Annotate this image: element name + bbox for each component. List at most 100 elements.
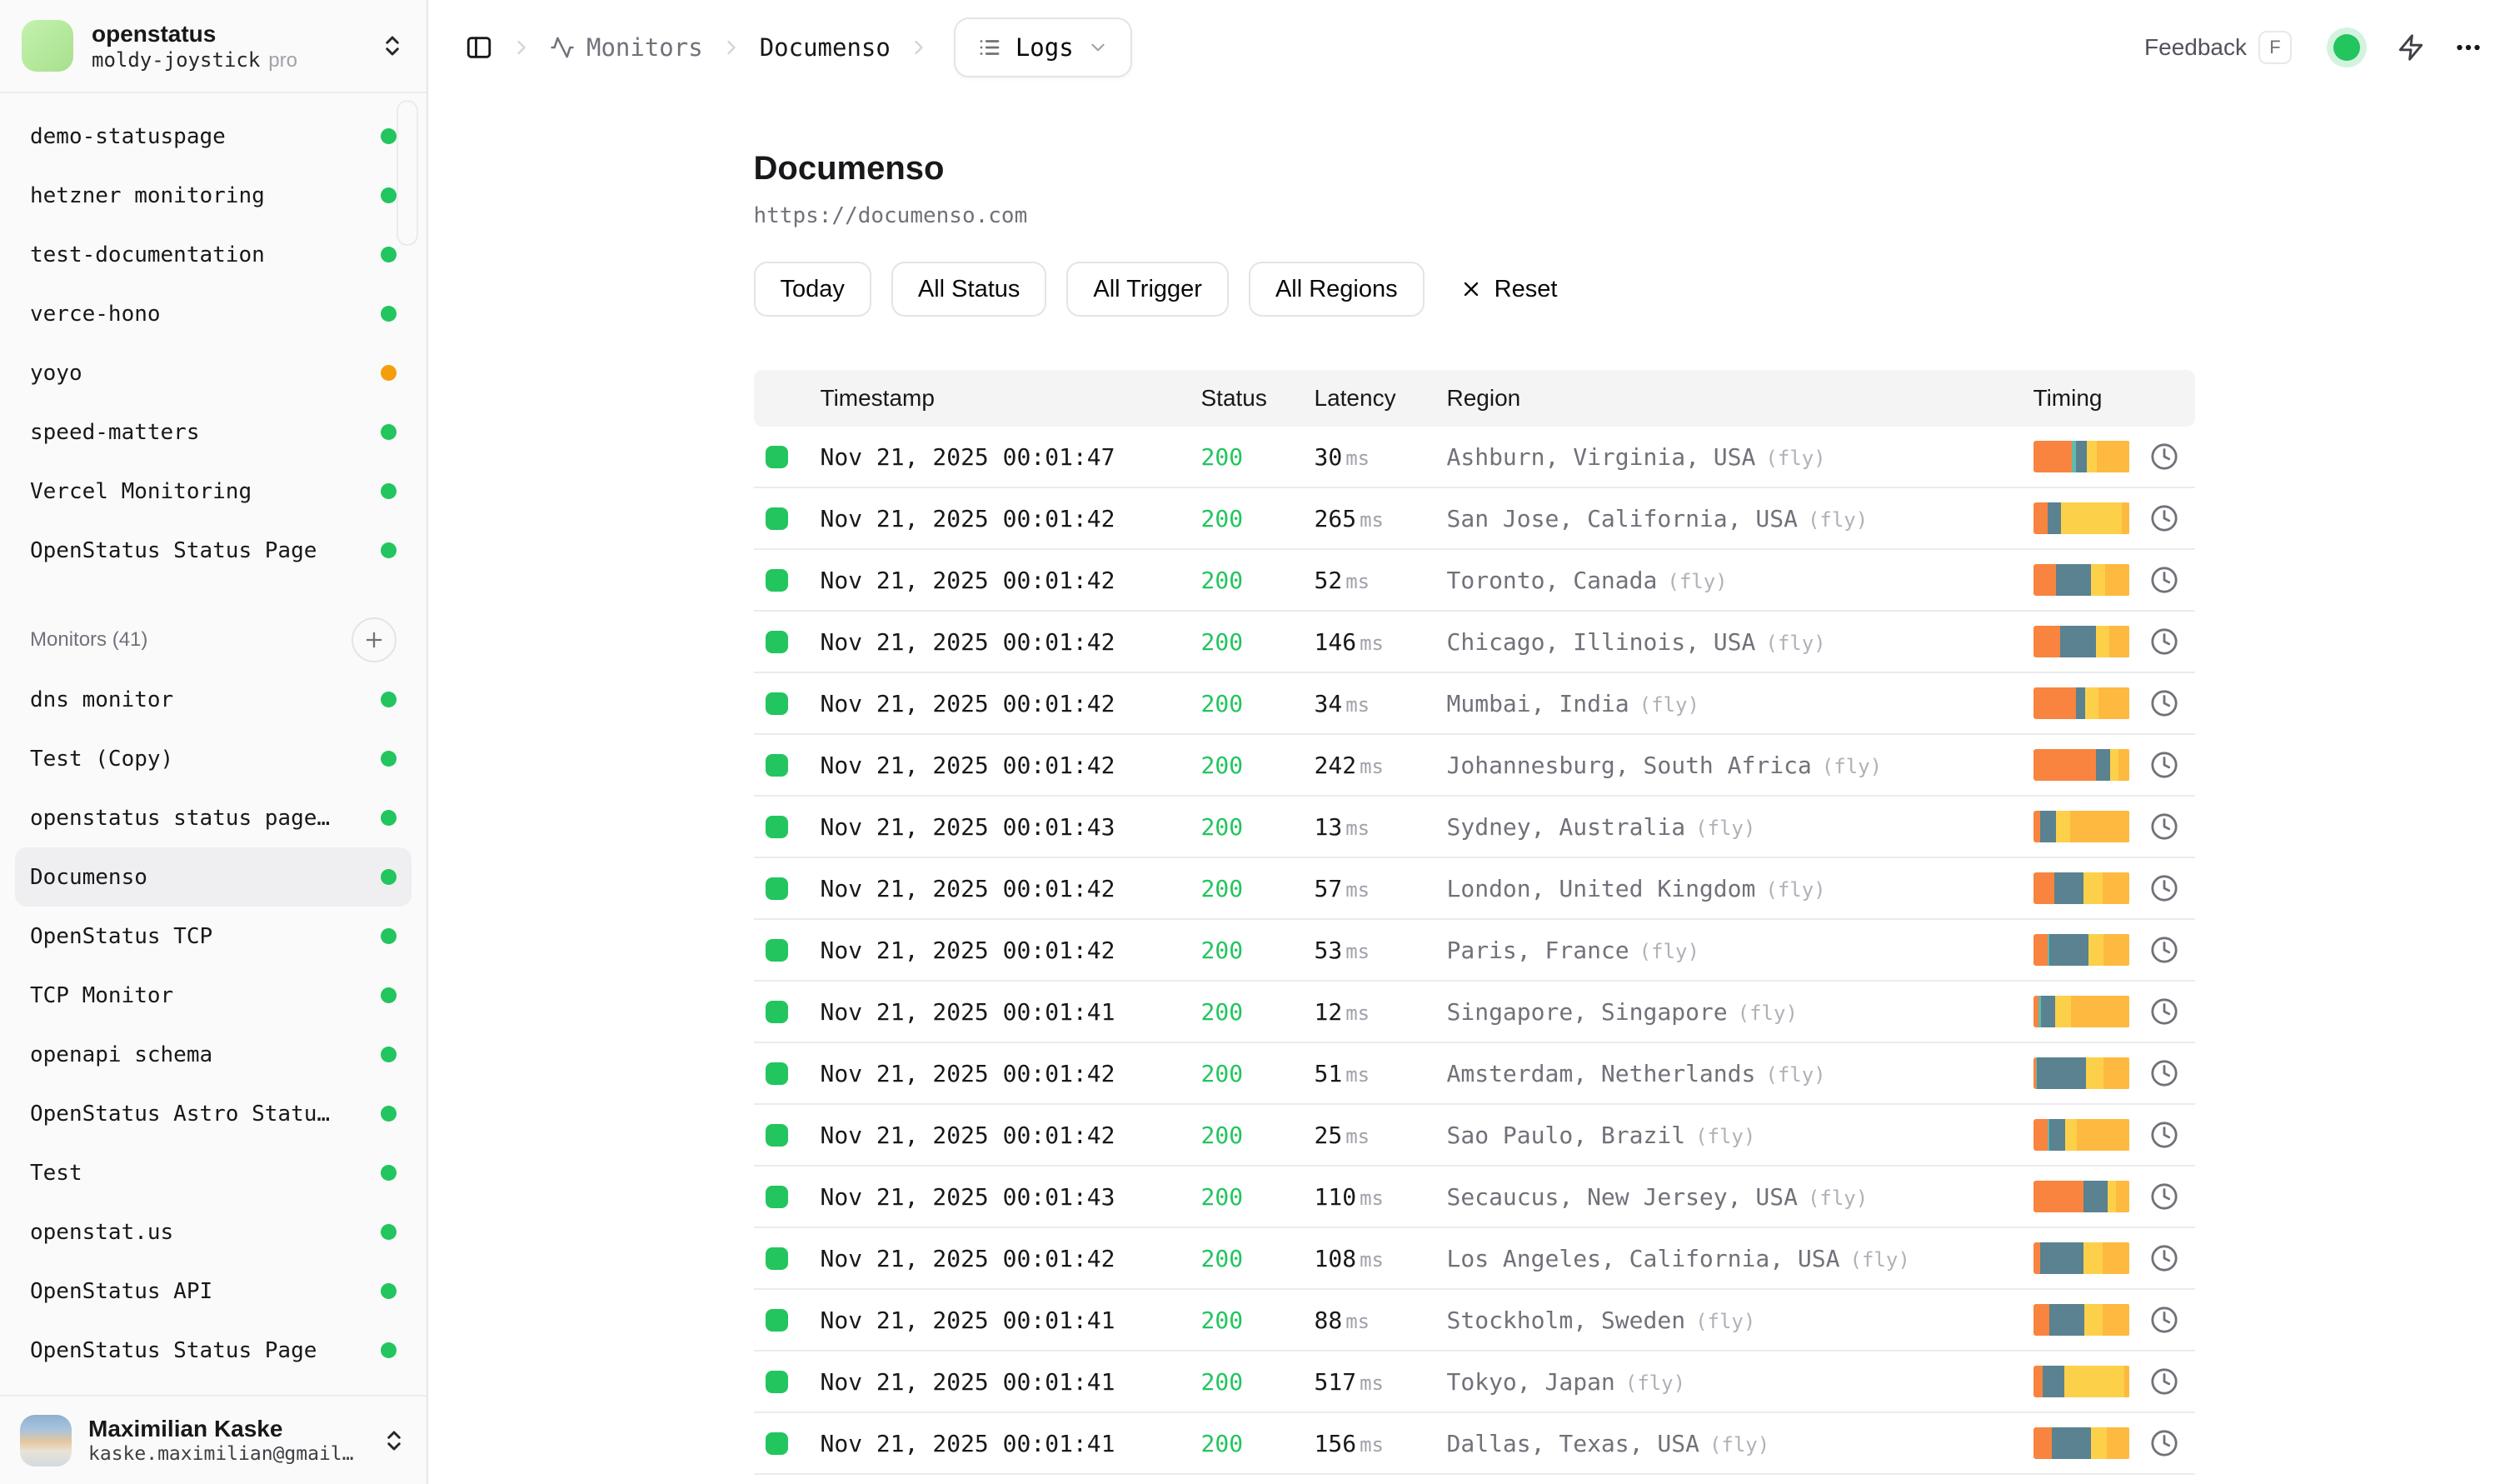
sidebar-item-openstatus-api[interactable]: OpenStatus API [15,1262,412,1321]
sidebar-scrollbar[interactable] [397,100,418,246]
table-row[interactable]: Nov 21, 2025 00:01:42 200 265ms San Jose… [754,488,2195,550]
clock-icon[interactable] [2150,1059,2178,1087]
clock-icon[interactable] [2150,812,2178,841]
cell-timestamp: Nov 21, 2025 00:01:42 [812,875,1201,902]
filter-button-all-status[interactable]: All Status [891,262,1047,317]
sidebar-item-openstatus-tcp[interactable]: OpenStatus TCP [15,907,412,966]
table-row[interactable]: Nov 21, 2025 00:01:41 200 12ms Singapore… [754,982,2195,1043]
sidebar-item-dns-monitor[interactable]: dns monitor [15,670,412,729]
timing-bar [2033,564,2130,596]
user-menu[interactable]: Maximilian Kaske kaske.maximilian@gmail… [0,1395,427,1484]
org-switcher[interactable]: openstatus moldy-joystick pro [0,0,427,93]
breadcrumb-monitors[interactable]: Monitors [550,33,703,62]
zap-icon [2397,33,2425,62]
plus-icon [362,628,386,652]
table-row[interactable]: Nov 21, 2025 00:01:42 200 146ms Chicago,… [754,612,2195,673]
table-row[interactable]: Nov 21, 2025 00:01:42 200 108ms Los Ange… [754,1228,2195,1290]
table-row[interactable]: Nov 21, 2025 00:01:42 200 57ms London, U… [754,858,2195,920]
table-row[interactable]: Nov 21, 2025 00:01:43 200 110ms Secaucus… [754,1167,2195,1228]
filter-button-all-regions[interactable]: All Regions [1249,262,1425,317]
sidebar-item-openapi-schema[interactable]: openapi schema [15,1025,412,1084]
clock-icon[interactable] [2150,566,2178,594]
cell-region: Mumbai, India [1447,690,1629,717]
sidebar-item-vercel-monitoring[interactable]: Vercel Monitoring [15,462,412,521]
timing-transfer-segment [2103,934,2129,966]
sidebar-item-tcp-monitor[interactable]: TCP Monitor [15,966,412,1025]
filter-button-today[interactable]: Today [754,262,871,317]
sidebar-item-yoyo[interactable]: yoyo [15,343,412,402]
clock-icon[interactable] [2150,689,2178,717]
clock-icon[interactable] [2150,874,2178,902]
column-header-timing[interactable]: Timing [2033,385,2133,412]
timing-dns-segment [2033,811,2040,842]
clock-icon[interactable] [2150,627,2178,656]
status-dot [381,306,397,322]
sidebar-item-demo-statuspage[interactable]: demo-statuspage [15,107,412,166]
clock-icon[interactable] [2150,1429,2178,1457]
sidebar-item-hetzner-monitoring[interactable]: hetzner monitoring [15,166,412,225]
cell-region: Chicago, Illinois, USA [1447,628,1756,656]
table-row[interactable]: Nov 21, 2025 00:01:42 200 52ms Toronto, … [754,550,2195,612]
clock-icon[interactable] [2150,936,2178,964]
reset-filters-button[interactable]: Reset [1455,275,1563,304]
status-square-icon [766,1247,788,1270]
table-row[interactable]: Nov 21, 2025 00:01:41 200 88ms Stockholm… [754,1290,2195,1352]
table-row[interactable]: Nov 21, 2025 00:01:42 200 51ms Amsterdam… [754,1043,2195,1105]
add-monitor-button[interactable] [352,617,397,662]
clock-icon[interactable] [2150,1121,2178,1149]
table-row[interactable]: Nov 21, 2025 00:01:47 200 30ms Ashburn, … [754,427,2195,488]
sidebar-item-label: TCP Monitor [30,983,173,1008]
cell-region: Ashburn, Virginia, USA [1447,443,1756,471]
sidebar-item-openstatus-status-page[interactable]: OpenStatus Status Page [15,1321,412,1380]
quick-actions-button[interactable] [2397,33,2425,62]
table-row[interactable]: Nov 21, 2025 00:01:42 200 34ms Mumbai, I… [754,673,2195,735]
timing-dns-segment [2033,749,2096,781]
table-row[interactable]: Nov 21, 2025 00:01:42 200 242ms Johannes… [754,735,2195,797]
sidebar-item-openstatus-status-page[interactable]: OpenStatus Status Page [15,521,412,580]
sidebar-item-openstat-us[interactable]: openstat.us [15,1202,412,1262]
sidebar-item-openstatus-astro-statu[interactable]: OpenStatus Astro Statu… [15,1084,412,1143]
view-selector-button[interactable]: Logs [954,17,1132,77]
clock-icon[interactable] [2150,751,2178,779]
timing-ttfb-segment [2065,1119,2077,1151]
table-row[interactable]: Nov 21, 2025 00:01:42 200 53ms Paris, Fr… [754,920,2195,982]
system-status-dot[interactable] [2333,34,2360,61]
ellipsis-icon [2453,32,2483,62]
table-row[interactable]: Nov 21, 2025 00:01:43 200 13ms Sydney, A… [754,797,2195,858]
sidebar-item-test-documentation[interactable]: test-documentation [15,225,412,284]
clock-icon[interactable] [2150,1367,2178,1396]
column-header-latency[interactable]: Latency [1315,385,1447,412]
cell-latency-unit: ms [1360,508,1384,532]
table-row[interactable]: Nov 21, 2025 00:01:42 200 25ms Sao Paulo… [754,1105,2195,1167]
sidebar-item-speed-matters[interactable]: speed-matters [15,402,412,462]
column-header-region[interactable]: Region [1447,385,2033,412]
sidebar-item-test-copy[interactable]: Test (Copy) [15,729,412,788]
clock-icon[interactable] [2150,1306,2178,1334]
filter-button-all-trigger[interactable]: All Trigger [1066,262,1229,317]
cell-region-provider: (fly) [1695,1125,1755,1148]
sidebar-item-test[interactable]: Test [15,1143,412,1202]
sidebar-item-verce-hono[interactable]: verce-hono [15,284,412,343]
clock-icon[interactable] [2150,1182,2178,1211]
timing-transfer-segment [2097,441,2129,472]
cell-latency-unit: ms [1345,693,1370,717]
column-header-timestamp[interactable]: Timestamp [812,385,1201,412]
more-options-button[interactable] [2453,32,2483,62]
timing-bar [2033,441,2130,472]
timing-transfer-segment [2124,1366,2130,1397]
sidebar-item-openstatus-status-page[interactable]: openstatus status page… [15,788,412,847]
table-row[interactable]: Nov 21, 2025 00:01:41 200 156ms Dallas, … [754,1413,2195,1475]
chevron-right-icon [907,36,931,59]
table-row[interactable]: Nov 21, 2025 00:01:41 200 517ms Tokyo, J… [754,1352,2195,1413]
feedback-button[interactable]: Feedback F [2139,30,2297,65]
clock-icon[interactable] [2150,442,2178,471]
clock-icon[interactable] [2150,1244,2178,1272]
clock-icon[interactable] [2150,504,2178,532]
timing-bar [2033,626,2130,657]
breadcrumb-page-label[interactable]: Documenso [760,33,891,62]
sidebar-item-documenso[interactable]: Documenso [15,847,412,907]
column-header-status[interactable]: Status [1201,385,1315,412]
clock-icon[interactable] [2150,997,2178,1026]
cell-region-provider: (fly) [1765,1063,1825,1087]
sidebar-toggle-button[interactable] [465,33,493,62]
